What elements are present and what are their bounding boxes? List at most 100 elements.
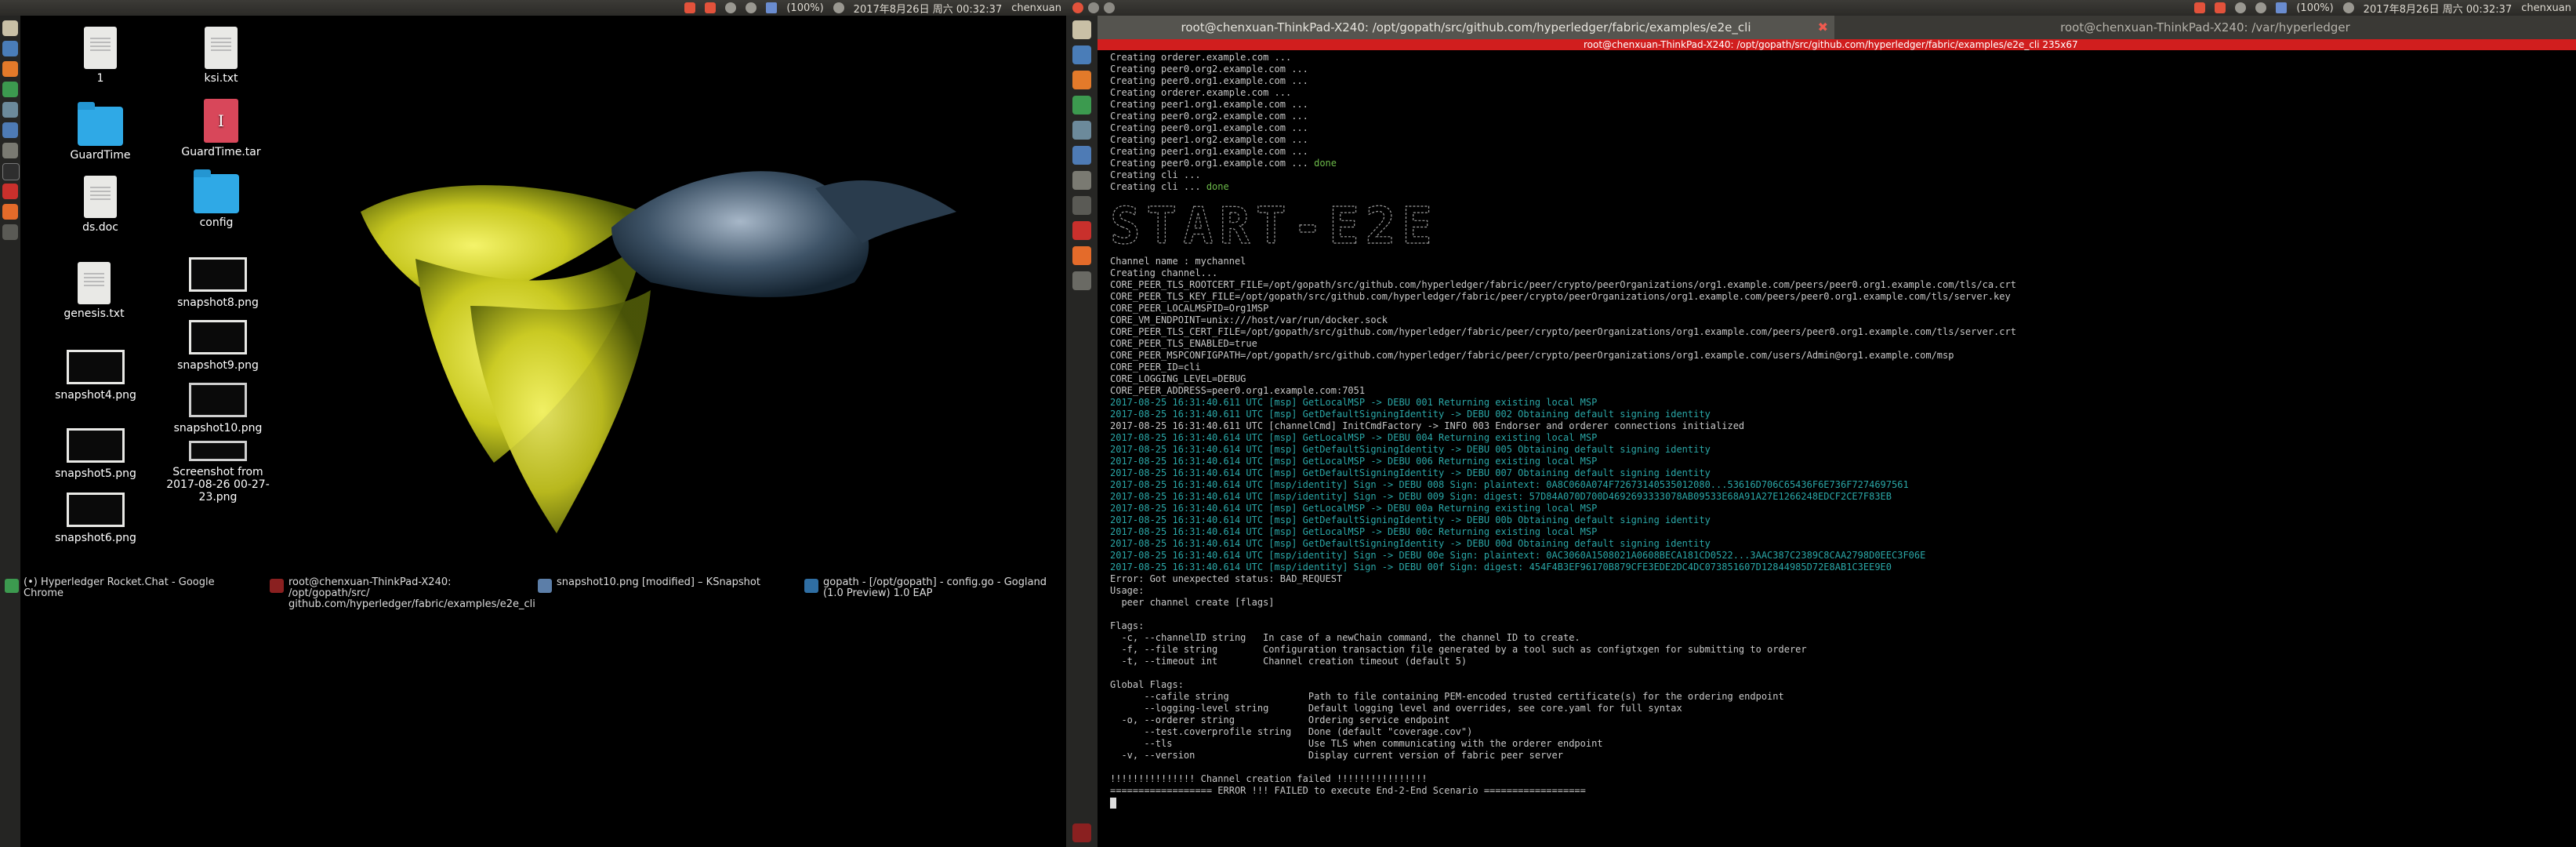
- launcher-app-icon[interactable]: [2, 204, 18, 220]
- terminal-output[interactable]: Creating orderer.example.com ... Creating…: [1098, 50, 2576, 847]
- desktop-icon-1[interactable]: 1: [45, 27, 155, 85]
- launcher-app-icon[interactable]: [2, 41, 18, 56]
- bluetooth-icon[interactable]: [2276, 2, 2288, 13]
- terminal-line: Creating peer0.org1.example.com ...: [1110, 75, 1308, 86]
- desktop-icon-guardtime-tar[interactable]: I GuardTime.tar: [166, 99, 276, 158]
- terminal-line: Creating cli ... done: [1110, 181, 1229, 192]
- desktop-icon-snapshot8[interactable]: snapshot8.png: [163, 251, 273, 309]
- desktop-icon-ksi[interactable]: ksi.txt: [166, 27, 276, 85]
- launcher-app-icon[interactable]: [1072, 246, 1091, 265]
- task-label: (•) Hyperledger Rocket.Chat - Google Chr…: [24, 576, 215, 599]
- tray-app-icon[interactable]: [684, 2, 696, 13]
- desktop-icon-label: config: [199, 216, 234, 229]
- terminal-tab-inactive[interactable]: root@chenxuan-ThinkPad-X240: /var/hyperl…: [1834, 16, 2576, 39]
- battery-indicator[interactable]: (100%): [2296, 2, 2333, 14]
- dash-home-icon[interactable]: [1072, 20, 1091, 39]
- launcher-app-icon[interactable]: [1072, 271, 1091, 290]
- terminal-line: 2017-08-25 16:31:40.614 UTC [msp] GetLoc…: [1110, 432, 1598, 443]
- launcher-app-icon[interactable]: [1072, 196, 1091, 215]
- wallpaper-flower: [361, 171, 956, 533]
- task-chrome[interactable]: (•) Hyperledger Rocket.Chat - Google Chr…: [5, 577, 256, 599]
- terminal-icon: [270, 579, 284, 593]
- desktop-icon-config[interactable]: config: [161, 169, 271, 229]
- input-method-icon[interactable]: [2235, 2, 2247, 13]
- firefox-icon[interactable]: [1072, 71, 1091, 89]
- terminal-line: Usage:: [1110, 585, 1145, 596]
- desktop-icon-snapshot5[interactable]: snapshot5.png: [41, 422, 151, 480]
- terminal-line: peer channel create [flags]: [1110, 597, 1275, 608]
- firefox-icon[interactable]: [2, 61, 18, 77]
- volume-icon[interactable]: [833, 2, 844, 13]
- bluetooth-icon[interactable]: [766, 2, 778, 13]
- launcher-app-icon[interactable]: [1072, 121, 1091, 140]
- terminal-line: -c, --channelID string In case of a newC…: [1110, 632, 1580, 643]
- launcher-app-icon[interactable]: [2, 102, 18, 118]
- launcher-app-icon[interactable]: [2, 224, 18, 240]
- launcher-app-icon[interactable]: [1072, 45, 1091, 64]
- chrome-icon[interactable]: [2, 82, 18, 97]
- desktop-icon-snapshot6[interactable]: snapshot6.png: [41, 486, 151, 544]
- terminal-line: Creating cli ...: [1110, 169, 1201, 180]
- input-method-icon[interactable]: [725, 2, 737, 13]
- tab-label: root@chenxuan-ThinkPad-X240: /var/hyperl…: [2060, 20, 2350, 35]
- terminal-line: -f, --file string Configuration transact…: [1110, 644, 1807, 655]
- clock[interactable]: 2017年8月26日 周六 00:32:37: [854, 1, 1003, 16]
- desktop-icon-label: snapshot6.png: [55, 532, 136, 544]
- close-tab-icon[interactable]: ✖: [1818, 16, 1828, 39]
- terminal-line: CORE_PEER_TLS_ROOTCERT_FILE=/opt/gopath/…: [1110, 279, 2016, 290]
- launcher-app-icon[interactable]: [2, 184, 18, 199]
- launcher-app-icon[interactable]: [1072, 146, 1091, 165]
- terminal-tab-active[interactable]: root@chenxuan-ThinkPad-X240: /opt/gopath…: [1098, 16, 1834, 39]
- maximize-window-icon[interactable]: [1104, 2, 1115, 13]
- document-icon: [84, 176, 117, 218]
- user-menu[interactable]: chenxuan: [2521, 2, 2571, 14]
- terminal-line: Global Flags:: [1110, 679, 1184, 690]
- volume-icon[interactable]: [2342, 2, 2354, 13]
- launcher-app-icon[interactable]: [2, 122, 18, 138]
- desktop-icon-ds-doc[interactable]: ds.doc: [45, 176, 155, 234]
- document-icon: [84, 27, 117, 69]
- image-thumbnail-icon: [189, 383, 247, 417]
- desktop-icon-snapshot10[interactable]: snapshot10.png: [163, 376, 273, 434]
- files-icon[interactable]: [2, 143, 18, 158]
- network-icon[interactable]: [746, 2, 757, 13]
- task-terminal[interactable]: root@chenxuan-ThinkPad-X240: /opt/gopath…: [270, 577, 535, 610]
- document-icon: [205, 27, 238, 69]
- network-icon[interactable]: [2255, 2, 2267, 13]
- archive-icon: I: [204, 99, 238, 143]
- minimize-window-icon[interactable]: [1088, 2, 1099, 13]
- terminal-line: CORE_PEER_LOCALMSPID=Org1MSP: [1110, 303, 1269, 314]
- clock[interactable]: 2017年8月26日 周六 00:32:37: [2364, 1, 2513, 16]
- desktop-icon-snapshot4[interactable]: snapshot4.png: [41, 344, 151, 402]
- terminal-line: Error: Got unexpected status: BAD_REQUES…: [1110, 573, 1343, 584]
- trash-icon[interactable]: [1072, 823, 1091, 842]
- desktop-icon-guardtime[interactable]: GuardTime: [45, 102, 155, 162]
- user-menu[interactable]: chenxuan: [1011, 2, 1061, 14]
- ksnapshot-icon: [538, 579, 552, 593]
- files-icon[interactable]: [1072, 171, 1091, 190]
- text-cursor: [1110, 797, 1116, 809]
- task-gogland[interactable]: gopath - [/opt/gopath] - config.go - Gog…: [804, 577, 1063, 599]
- desktop-icon-genesis[interactable]: genesis.txt: [39, 262, 149, 320]
- launcher-app-icon[interactable]: [1072, 221, 1091, 240]
- desktop-icon-screenshot[interactable]: Screenshot from 2017-08-26 00-27-23.png: [163, 439, 273, 503]
- task-ksnapshot[interactable]: snapshot10.png [modified] – KSnapshot: [538, 577, 789, 593]
- right-screen: (100%) 2017年8月26日 周六 00:32:37 chenxuan r…: [1066, 0, 2576, 847]
- terminal-line: Creating peer1.org1.example.com ...: [1110, 99, 1308, 110]
- dash-home-icon[interactable]: [2, 20, 18, 36]
- terminal-line: CORE_PEER_ID=cli: [1110, 362, 1201, 373]
- battery-indicator[interactable]: (100%): [786, 2, 823, 14]
- terminal-icon[interactable]: [2, 163, 20, 180]
- launcher-left: [0, 16, 20, 847]
- chrome-icon[interactable]: [1072, 96, 1091, 115]
- desktop-icon-snapshot9[interactable]: snapshot9.png: [163, 314, 273, 372]
- tray-app-icon[interactable]: [2194, 2, 2206, 13]
- terminal-line: 2017-08-25 16:31:40.614 UTC [msp] GetLoc…: [1110, 456, 1598, 467]
- close-window-icon[interactable]: [1072, 2, 1083, 13]
- tray-app-icon[interactable]: [705, 2, 717, 13]
- gogland-icon: [804, 579, 818, 593]
- desktop-icon-label: GuardTime: [70, 149, 131, 162]
- tray-app-icon[interactable]: [2215, 2, 2226, 13]
- terminal-prompt[interactable]: [1110, 797, 2576, 809]
